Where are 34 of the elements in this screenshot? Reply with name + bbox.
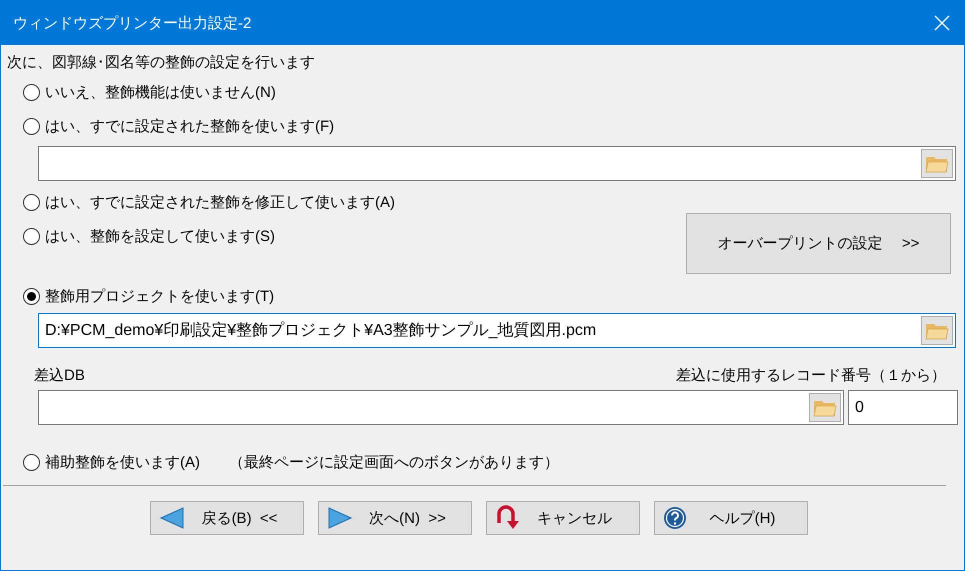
help-button[interactable]: ヘルプ(H) [654,501,808,535]
overprint-settings-button[interactable]: オーバープリントの設定 >> [686,213,951,274]
option-label: 補助整飾を使います(A) [45,452,200,472]
project-path-field[interactable]: D:¥PCM_demo¥印刷設定¥整飾プロジェクト¥A3整飾サンプル_地質図用.pcm [38,313,956,348]
radio-button[interactable] [23,288,40,304]
close-icon[interactable] [934,15,950,31]
left-arrow-icon [158,507,184,529]
merge-db-field[interactable] [38,390,844,425]
template-path-field[interactable] [38,146,956,181]
option-note: （最終ページに設定画面へのボタンがあります） [229,452,559,472]
intro-text: 次に、図郭線･図名等の整飾の設定を行います [7,53,315,73]
help-icon [662,506,686,530]
merge-db-label: 差込DB [34,366,85,386]
option-label: はい、整飾を設定して使います(S) [45,226,275,246]
folder-icon [813,398,837,417]
record-number-field[interactable]: 0 [848,390,958,425]
folder-icon [925,321,949,340]
folder-icon [925,154,949,173]
radio-button[interactable] [23,228,40,244]
undo-arrow-icon [494,505,518,531]
option-label: いいえ、整飾機能は使いません(N) [45,82,276,102]
radio-button[interactable] [23,194,40,210]
back-button[interactable]: 戻る(B) << [150,501,304,535]
record-number-label: 差込に使用するレコード番号（１から） [676,366,946,386]
cancel-button[interactable]: キャンセル [486,501,640,535]
option-label: はい、すでに設定された整飾を使います(F) [45,116,334,136]
right-arrow-icon [326,507,352,529]
radio-button[interactable] [23,118,40,134]
radio-button[interactable] [23,454,40,470]
window-title: ウィンドウズプリンター出力設定-2 [13,14,252,32]
option-label: 整飾用プロジェクトを使います(T) [45,286,274,306]
radio-button[interactable] [23,84,40,100]
next-button[interactable]: 次へ(N) >> [318,501,472,535]
option-label: はい、すでに設定された整飾を修正して使います(A) [45,192,395,212]
